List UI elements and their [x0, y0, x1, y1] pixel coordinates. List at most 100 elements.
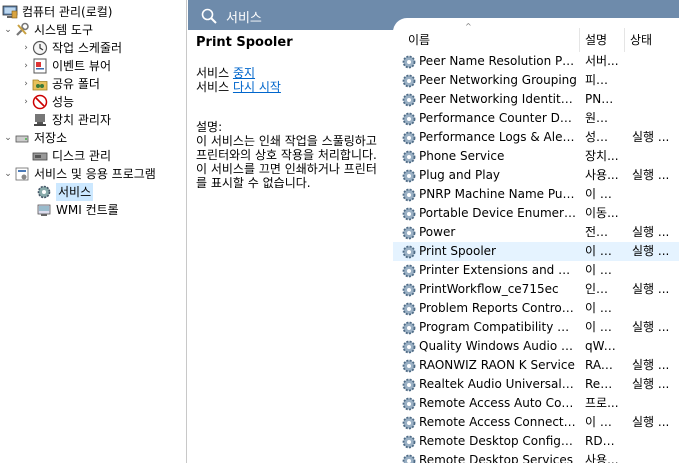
table-row[interactable]: Printer Extensions and Noti... 이 서... [393, 261, 679, 280]
service-name-cell: Peer Networking Identity ... [419, 92, 577, 106]
chevron-right-icon[interactable]: › [20, 43, 32, 53]
description-line: 를 표시할 수 없습니다. [196, 176, 311, 190]
gear-icon [401, 396, 417, 412]
gear-icon [401, 168, 417, 184]
description-line: 프린터와의 상호 작용을 처리합니다. [196, 148, 377, 162]
chevron-down-icon[interactable]: ⌄ [2, 25, 14, 35]
tree-label: 공유 폴더 [52, 77, 100, 91]
service-description-cell: 전원 ... [585, 225, 619, 239]
tree-item-event-viewer[interactable]: › 이벤트 뷰어 [20, 57, 111, 75]
service-name-cell: Peer Name Resolution Prot... [419, 54, 577, 68]
service-description-cell: 이동... [585, 206, 619, 220]
search-icon[interactable] [200, 7, 218, 25]
description-line: 이 서비스를 끄면 인쇄하거나 프린터 [196, 162, 377, 176]
shared-folder-icon [32, 79, 48, 91]
chevron-right-icon[interactable]: › [20, 79, 32, 89]
service-description-cell: PNR... [585, 92, 619, 106]
tree-label: 이벤트 뷰어 [52, 59, 112, 73]
column-header-name[interactable]: 이름 [403, 28, 580, 52]
service-description-cell: 서버... [585, 54, 619, 68]
tree-label: 디스크 관리 [52, 149, 112, 163]
stop-service-link[interactable]: 중지 [233, 66, 255, 80]
list-header: ^ 이름 설명 상태 [393, 22, 679, 52]
service-name: Print Spooler [196, 35, 293, 50]
stop-prefix: 서비스 [196, 66, 233, 80]
service-name-cell: Printer Extensions and Noti... [419, 263, 577, 277]
table-row[interactable]: Peer Name Resolution Prot... 서버... [393, 52, 679, 71]
chevron-down-icon[interactable]: ⌄ [2, 133, 14, 143]
service-description-cell: Realt... [585, 377, 619, 391]
service-name-cell: Portable Device Enumerato... [419, 206, 577, 220]
table-row[interactable]: Remote Access Connection... 이 컴... 실행 ... [393, 413, 679, 432]
table-row[interactable]: Remote Access Auto Conn... 프로... [393, 394, 679, 413]
service-status-cell: 실행 ... [632, 244, 670, 258]
chevron-down-icon[interactable]: ⌄ [2, 169, 14, 179]
restart-service-link[interactable]: 다시 시작 [233, 80, 281, 94]
tree-item-storage[interactable]: ⌄ 저장소 [2, 129, 67, 147]
tree-item-shared-folders[interactable]: › 공유 폴더 [20, 75, 100, 93]
service-name-cell: Realtek Audio Universal Ser... [419, 377, 577, 391]
service-description-cell: RAO... [585, 358, 619, 372]
tree-item-services[interactable]: 서비스 [36, 183, 94, 201]
tree-label: 서비스 [56, 183, 94, 201]
service-status-cell: 실행 ... [632, 282, 670, 296]
tree-label: 장치 관리자 [52, 113, 112, 127]
service-description-cell: 원경 ... [585, 111, 619, 125]
table-row[interactable]: Print Spooler 이 서... 실행 ... [393, 242, 679, 261]
table-row[interactable]: Quality Windows Audio Vi... qWa... [393, 337, 679, 356]
service-status-cell: 실행 ... [632, 168, 670, 182]
table-row[interactable]: Problem Reports Control P... 이 서... [393, 299, 679, 318]
service-detail: Print Spooler 서비스 중지 서비스 다시 시작 설명: 이 서비스… [188, 30, 393, 463]
table-row[interactable]: Program Compatibility Assi... 이 서... 실행 ..… [393, 318, 679, 337]
tree-item-system-tools[interactable]: ⌄ 시스템 도구 [2, 21, 93, 39]
tree-item-disk-management[interactable]: 디스크 관리 [32, 147, 111, 165]
table-row[interactable]: Power 전원 ... 실행 ... [393, 223, 679, 242]
table-row[interactable]: Peer Networking Grouping 피어 ... [393, 71, 679, 90]
tree-label: 시스템 도구 [34, 23, 94, 37]
wmi-icon [37, 204, 51, 216]
service-name-cell: Program Compatibility Assi... [419, 320, 577, 334]
table-row[interactable]: Realtek Audio Universal Ser... Realt... 실행… [393, 375, 679, 394]
service-description-cell: 피어 ... [585, 73, 619, 87]
tree-label: WMI 컨트롤 [56, 203, 119, 217]
tree-item-task-scheduler[interactable]: › 작업 스케줄러 [20, 39, 122, 57]
table-row[interactable]: Performance Logs & Alerts 성능 ... 실행 ... [393, 128, 679, 147]
column-header-description[interactable]: 설명 [580, 28, 625, 52]
chevron-right-icon[interactable]: › [20, 61, 32, 71]
service-name-cell: PrintWorkflow_ce715ec [419, 282, 559, 296]
chevron-right-icon[interactable]: › [20, 97, 32, 107]
gear-icon [401, 244, 417, 260]
storage-icon [15, 135, 29, 143]
table-row[interactable]: RAONWIZ RAON K Service RAO... 실행 ... [393, 356, 679, 375]
service-name-cell: Problem Reports Control P... [419, 301, 577, 315]
service-status-cell: 실행 ... [632, 225, 670, 239]
tree-label: 작업 스케줄러 [52, 41, 123, 55]
table-row[interactable]: PNRP Machine Name Publi... 이 서... [393, 185, 679, 204]
gear-icon [401, 415, 417, 431]
service-name-cell: Remote Access Auto Conn... [419, 396, 577, 410]
service-status-cell: 실행 ... [632, 320, 670, 334]
table-row[interactable]: Remote Desktop Configura... RDC... [393, 432, 679, 451]
table-row[interactable]: Remote Desktop Services 사용... [393, 451, 679, 463]
pane-title: 서비스 [226, 11, 262, 26]
tools-icon [16, 22, 29, 36]
table-row[interactable]: PrintWorkflow_ce715ec 인쇄 ... 실행 ... [393, 280, 679, 299]
gear-icon [401, 54, 417, 70]
description-line: 이 서비스는 인쇄 작업을 스풀링하고 [196, 134, 377, 148]
services-pane: 서비스 Print Spooler 서비스 중지 서비스 다시 시작 설명: 이… [188, 0, 679, 463]
table-row[interactable]: Phone Service 장치... [393, 147, 679, 166]
tree-item-device-manager[interactable]: 장치 관리자 [32, 111, 111, 129]
table-row[interactable]: Performance Counter DLL ... 원경 ... [393, 109, 679, 128]
column-header-status[interactable]: 상태 [625, 28, 679, 52]
gear-icon [401, 339, 417, 355]
navigation-tree: 컴퓨터 관리(로컬) ⌄ 시스템 도구 › 작업 스케줄러 › 이벤트 뷰어 ›… [0, 0, 187, 463]
tree-item-wmi[interactable]: WMI 컨트롤 [36, 201, 119, 219]
service-description-cell: 인쇄 ... [585, 282, 619, 296]
tree-item-root[interactable]: 컴퓨터 관리(로컬) [2, 3, 112, 21]
table-row[interactable]: Plug and Play 사용... 실행 ... [393, 166, 679, 185]
table-row[interactable]: Peer Networking Identity ... PNR... [393, 90, 679, 109]
table-row[interactable]: Portable Device Enumerato... 이동... [393, 204, 679, 223]
tree-item-services-apps[interactable]: ⌄ 서비스 및 응용 프로그램 [2, 165, 156, 183]
gear-icon [401, 130, 417, 146]
tree-item-performance[interactable]: › 성능 [20, 93, 74, 111]
